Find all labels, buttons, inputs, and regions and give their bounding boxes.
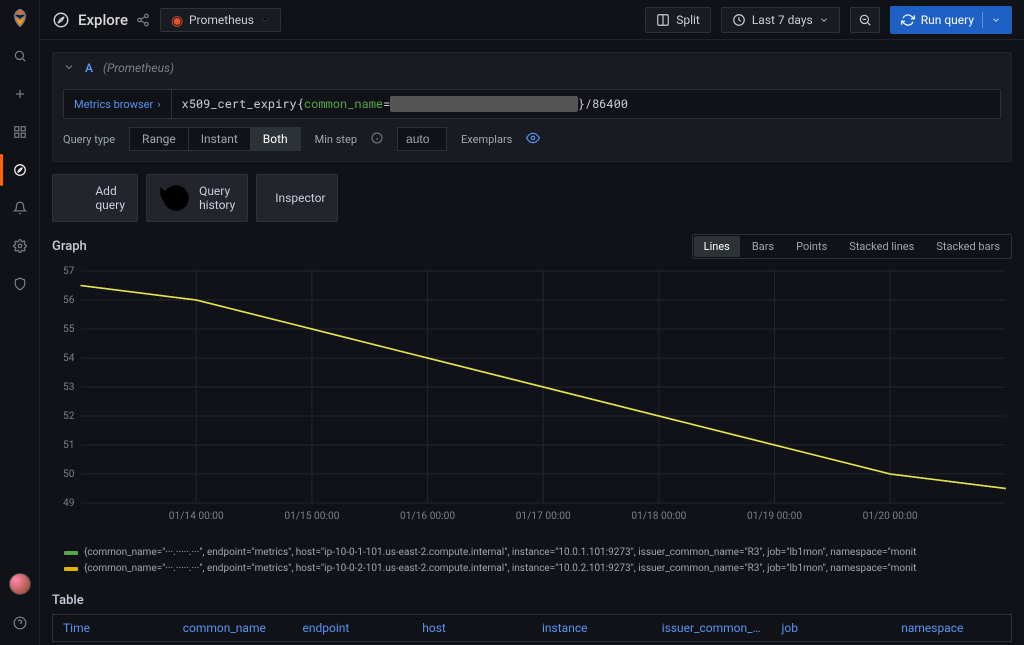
table-column-header[interactable]: endpoint [293, 615, 413, 641]
sidebar [0, 0, 40, 645]
svg-text:51: 51 [63, 440, 74, 451]
query-letter: A [85, 61, 93, 75]
svg-text:53: 53 [63, 382, 75, 393]
grafana-logo-icon[interactable] [10, 8, 30, 28]
legend-swatch [64, 567, 78, 571]
instant-option[interactable]: Instant [189, 127, 251, 151]
svg-text:01/15 00:00: 01/15 00:00 [284, 511, 339, 522]
datasource-picker[interactable]: ◉ Prometheus [160, 8, 281, 32]
run-query-button[interactable]: Run query [890, 6, 1012, 34]
range-option[interactable]: Range [129, 127, 189, 151]
table-header-row: Timecommon_nameendpointhostinstanceissue… [52, 614, 1012, 642]
viz-stackedlines[interactable]: Stacked lines [839, 236, 924, 257]
search-icon[interactable] [10, 46, 30, 66]
history-icon [159, 181, 193, 215]
viz-stackedbars[interactable]: Stacked bars [926, 236, 1010, 257]
svg-text:49: 49 [63, 498, 74, 509]
prometheus-icon: ◉ [171, 14, 183, 26]
info-icon[interactable] [371, 132, 383, 147]
svg-text:01/20 00:00: 01/20 00:00 [863, 511, 918, 522]
svg-text:57: 57 [63, 266, 75, 277]
graph-title: Graph [52, 239, 87, 254]
table-column-header[interactable]: issuer_common_name [652, 615, 772, 641]
svg-text:01/17 00:00: 01/17 00:00 [516, 511, 571, 522]
svg-text:55: 55 [63, 324, 75, 335]
table-column-header[interactable]: instance [532, 615, 652, 641]
query-duplicate-icon[interactable] [955, 59, 959, 77]
table-column-header[interactable]: namespace [891, 615, 1011, 641]
help-icon[interactable] [10, 613, 30, 633]
line-chart[interactable]: 49 50 51 52 53 54 55 56 57 01/14 00:00 01/15 00:0… [52, 265, 1012, 525]
create-icon[interactable] [10, 84, 30, 104]
add-query-button[interactable]: Add query [52, 174, 138, 222]
inspector-button[interactable]: Inspector [256, 174, 338, 222]
shield-icon[interactable] [10, 274, 30, 294]
querytype-label: Query type [63, 133, 115, 146]
query-datasource-label: (Prometheus) [103, 61, 174, 75]
zoom-out-icon [858, 13, 872, 27]
exemplars-toggle[interactable] [526, 131, 540, 148]
query-toggle-icon[interactable] [969, 59, 973, 77]
visualization-picker: Lines Bars Points Stacked lines Stacked … [692, 234, 1012, 259]
svg-text:01/14 00:00: 01/14 00:00 [169, 511, 224, 522]
page-title: Explore [52, 11, 150, 29]
querytype-switch: Range Instant Both [129, 127, 301, 151]
dashboards-icon[interactable] [10, 122, 30, 142]
drag-handle-icon[interactable] [997, 59, 1001, 77]
query-history-button[interactable]: Query history [146, 174, 248, 222]
table-title: Table [52, 593, 1012, 608]
table-panel: Table Timecommon_nameendpointhostinstanc… [52, 593, 1012, 642]
topbar: Explore ◉ Prometheus Split Last 7 days R… [40, 0, 1024, 40]
svg-text:56: 56 [63, 295, 75, 306]
svg-text:01/19 00:00: 01/19 00:00 [747, 511, 802, 522]
config-icon[interactable] [10, 236, 30, 256]
exemplars-label: Exemplars [461, 133, 512, 146]
chevron-down-icon [260, 15, 270, 25]
viz-lines[interactable]: Lines [694, 236, 740, 257]
chevron-down-icon[interactable] [63, 61, 75, 76]
legend-swatch [64, 551, 78, 555]
table-column-header[interactable]: job [772, 615, 892, 641]
table-column-header[interactable]: common_name [173, 615, 293, 641]
minstep-input[interactable] [397, 127, 447, 151]
svg-text:50: 50 [63, 469, 75, 480]
graph-panel: Graph Lines Bars Points Stacked lines St… [52, 234, 1012, 577]
timerange-picker[interactable]: Last 7 days [721, 7, 840, 33]
query-row: A (Prometheus) Metrics browser › x509_ce… [52, 52, 1012, 162]
query-copy-icon[interactable] [941, 59, 945, 77]
svg-text:54: 54 [63, 353, 75, 364]
viz-bars[interactable]: Bars [742, 236, 784, 257]
chart-legend: {common_name="···.·····.···", endpoint="… [52, 545, 1012, 577]
svg-text:01/18 00:00: 01/18 00:00 [631, 511, 686, 522]
columns-icon [656, 13, 670, 27]
legend-item[interactable]: {common_name="···.·····.···", endpoint="… [64, 561, 1012, 577]
query-delete-icon[interactable] [983, 59, 987, 77]
table-column-header[interactable]: host [412, 615, 532, 641]
query-expression-input[interactable]: x509_cert_expiry{common_name="···.·····.… [172, 89, 1002, 119]
chevron-down-icon [991, 15, 1001, 25]
refresh-icon [901, 13, 915, 27]
viz-points[interactable]: Points [786, 236, 837, 257]
metrics-browser-button[interactable]: Metrics browser › [63, 89, 172, 119]
clock-icon [732, 13, 746, 27]
table-column-header[interactable]: Time [53, 615, 173, 641]
legend-item[interactable]: {common_name="···.·····.···", endpoint="… [64, 545, 1012, 561]
avatar[interactable] [9, 573, 31, 595]
svg-text:52: 52 [63, 411, 75, 422]
chevron-down-icon [819, 15, 829, 25]
alerting-icon[interactable] [10, 198, 30, 218]
zoom-out-button[interactable] [850, 7, 880, 33]
split-button[interactable]: Split [645, 7, 711, 33]
plus-icon [65, 186, 89, 210]
svg-text:01/16 00:00: 01/16 00:00 [400, 511, 455, 522]
minstep-label: Min step [315, 133, 357, 146]
explore-icon[interactable] [10, 160, 30, 180]
both-option[interactable]: Both [251, 127, 301, 151]
query-actions: Add query Query history Inspector [52, 174, 1012, 222]
